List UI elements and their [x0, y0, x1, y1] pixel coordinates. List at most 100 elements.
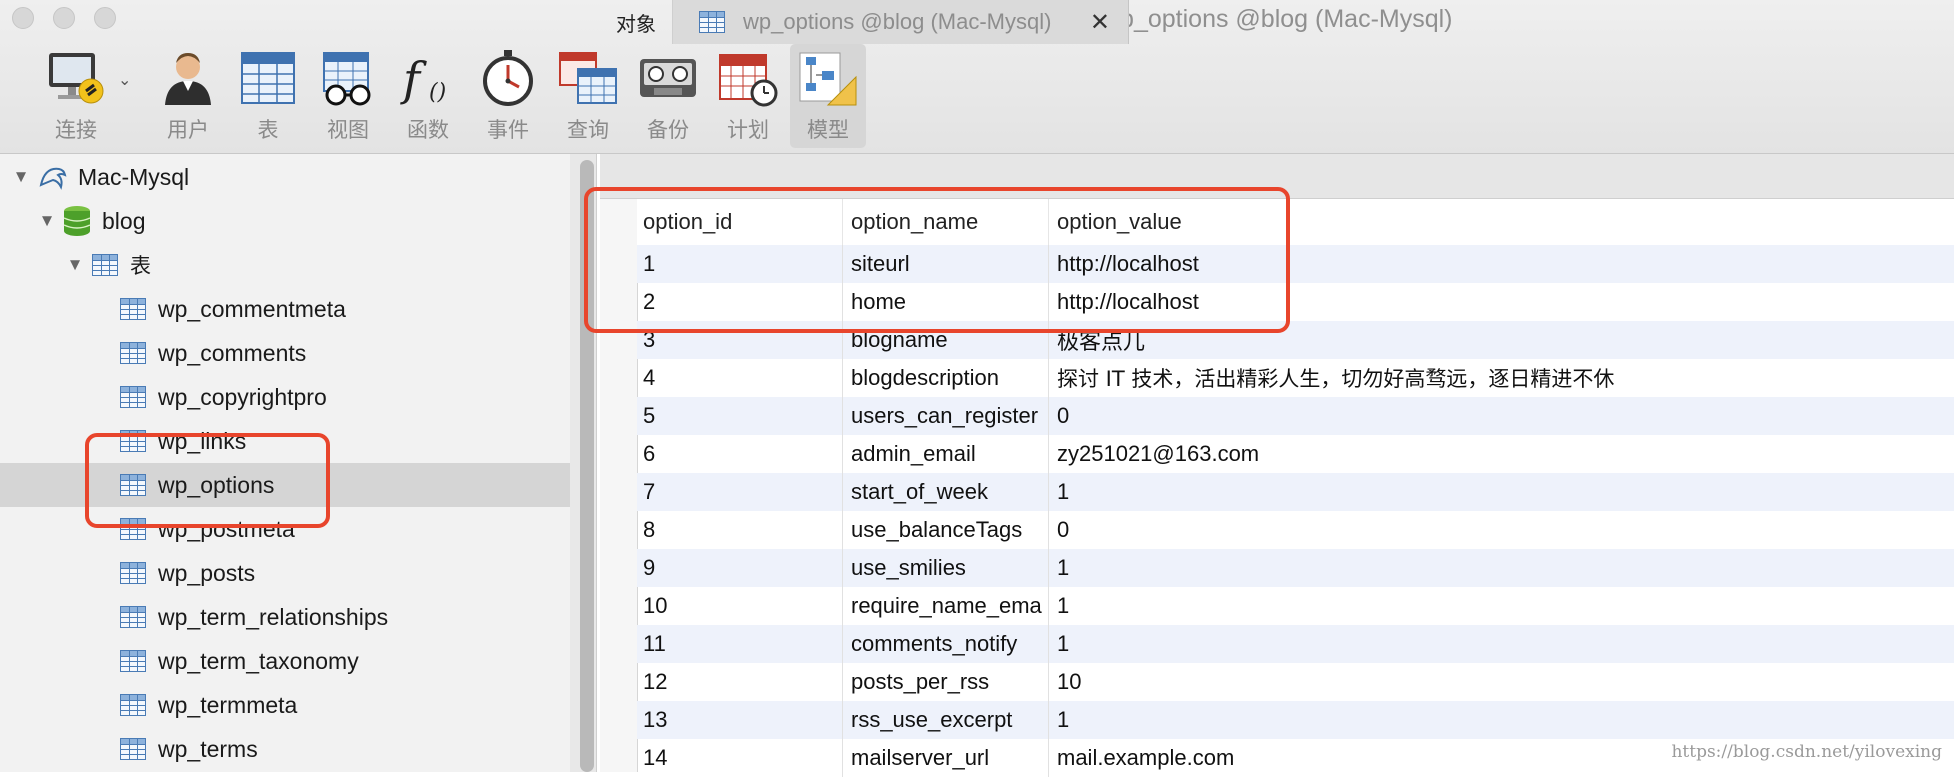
cell-option_id[interactable]: 1 [637, 245, 843, 283]
toolbar-view-button[interactable]: 视图 [312, 44, 384, 148]
table-icon [120, 518, 146, 540]
toolbar-query-button[interactable]: 查询 [552, 44, 624, 148]
cell-option_id[interactable]: 3 [637, 321, 843, 359]
cell-option_name[interactable]: rss_use_excerpt [843, 701, 1049, 739]
cell-option_value[interactable]: 1 [1049, 473, 1954, 511]
disclosure-triangle-icon[interactable]: ▼ [64, 255, 86, 275]
sidebar-item-wp_posts[interactable]: wp_posts [0, 551, 570, 595]
sidebar-item-wp_comments[interactable]: wp_comments [0, 331, 570, 375]
row-gutter [600, 199, 638, 772]
connection-dropdown-chevron-icon[interactable]: ⌄ [118, 70, 131, 90]
column-header-option_name[interactable]: option_name [843, 199, 1049, 245]
column-header-option_value[interactable]: option_value [1049, 199, 1954, 245]
table-icon [120, 386, 146, 408]
cell-option_name[interactable]: start_of_week [843, 473, 1049, 511]
cell-option_id[interactable]: 2 [637, 283, 843, 321]
cell-option_value[interactable]: 1 [1049, 549, 1954, 587]
cell-option_value[interactable]: 极客点儿 [1049, 321, 1954, 359]
sidebar-item-wp_links[interactable]: wp_links [0, 419, 570, 463]
cell-option_id[interactable]: 11 [637, 625, 843, 663]
sidebar-item-wp_terms[interactable]: wp_terms [0, 727, 570, 771]
cell-option_value[interactable]: 10 [1049, 663, 1954, 701]
cell-option_id[interactable]: 6 [637, 435, 843, 473]
tree-connection-row[interactable]: ▼ Mac-Mysql [0, 155, 570, 199]
table-row[interactable]: 8 use_balanceTags 0 [637, 511, 1954, 549]
cell-option_value[interactable]: http://localhost [1049, 283, 1954, 321]
sidebar-item-wp_copyrightpro[interactable]: wp_copyrightpro [0, 375, 570, 419]
cell-option_id[interactable]: 13 [637, 701, 843, 739]
database-icon [62, 205, 92, 237]
cell-option_id[interactable]: 10 [637, 587, 843, 625]
toolbar-schedule-button[interactable]: 计划 [712, 44, 784, 148]
disclosure-triangle-icon[interactable]: ▼ [36, 211, 58, 231]
cell-option_name[interactable]: admin_email [843, 435, 1049, 473]
toolbar-user-button[interactable]: 用户 [152, 44, 224, 148]
table-row[interactable]: 3 blogname 极客点儿 [637, 321, 1954, 359]
cell-option_value[interactable]: 探讨 IT 技术，活出精彩人生，切勿好高骛远，逐日精进不休 [1049, 359, 1954, 397]
cell-option_id[interactable]: 8 [637, 511, 843, 549]
toolbar-backup-button[interactable]: 备份 [632, 44, 704, 148]
cell-option_id[interactable]: 9 [637, 549, 843, 587]
table-row[interactable]: 5 users_can_register 0 [637, 397, 1954, 435]
toolbar-function-button[interactable]: f() 函数 [392, 44, 464, 148]
zoom-window-button[interactable] [94, 7, 116, 29]
cell-option_id[interactable]: 4 [637, 359, 843, 397]
table-row[interactable]: 4 blogdescription 探讨 IT 技术，活出精彩人生，切勿好高骛远… [637, 359, 1954, 397]
cell-option_name[interactable]: siteurl [843, 245, 1049, 283]
cell-option_name[interactable]: use_smilies [843, 549, 1049, 587]
sidebar-item-wp_commentmeta[interactable]: wp_commentmeta [0, 287, 570, 331]
tab-wp-options[interactable]: wp_options @blog (Mac-Mysql) ✕ [673, 0, 1129, 44]
cell-option_name[interactable]: require_name_ema [843, 587, 1049, 625]
column-header-option_id[interactable]: option_id [637, 199, 843, 245]
sidebar-item-wp_termmeta[interactable]: wp_termmeta [0, 683, 570, 727]
table-icon [92, 254, 118, 276]
cell-option_value[interactable]: zy251021@163.com [1049, 435, 1954, 473]
stopwatch-icon [478, 48, 538, 108]
sidebar-scrollbar[interactable] [580, 160, 594, 772]
disclosure-triangle-icon[interactable]: ▼ [10, 167, 32, 187]
view-icon [318, 48, 378, 108]
cell-option_value[interactable]: 0 [1049, 511, 1954, 549]
cell-option_value[interactable]: 0 [1049, 397, 1954, 435]
cell-option_id[interactable]: 7 [637, 473, 843, 511]
cell-option_name[interactable]: posts_per_rss [843, 663, 1049, 701]
cell-option_value[interactable]: 1 [1049, 625, 1954, 663]
table-row[interactable]: 9 use_smilies 1 [637, 549, 1954, 587]
sidebar-item-wp_term_taxonomy[interactable]: wp_term_taxonomy [0, 639, 570, 683]
sidebar-item-wp_term_relationships[interactable]: wp_term_relationships [0, 595, 570, 639]
close-window-button[interactable] [12, 7, 34, 29]
tree-database-row[interactable]: ▼ blog [0, 199, 570, 243]
cell-option_name[interactable]: blogname [843, 321, 1049, 359]
cell-option_id[interactable]: 5 [637, 397, 843, 435]
table-row[interactable]: 1 siteurl http://localhost [637, 245, 1954, 283]
minimize-window-button[interactable] [53, 7, 75, 29]
cell-option_name[interactable]: mailserver_url [843, 739, 1049, 777]
cell-option_name[interactable]: users_can_register [843, 397, 1049, 435]
sidebar-item-wp_options[interactable]: wp_options [0, 463, 570, 507]
cell-option_value[interactable]: 1 [1049, 701, 1954, 739]
cell-option_value[interactable]: 1 [1049, 587, 1954, 625]
cell-option_id[interactable]: 12 [637, 663, 843, 701]
cell-option_name[interactable]: use_balanceTags [843, 511, 1049, 549]
toolbar-connection-button[interactable]: 连接 [40, 44, 112, 148]
cell-option_id[interactable]: 14 [637, 739, 843, 777]
tree-tables-group-row[interactable]: ▼ 表 [0, 243, 570, 287]
table-row[interactable]: 7 start_of_week 1 [637, 473, 1954, 511]
cell-option_name[interactable]: comments_notify [843, 625, 1049, 663]
table-row[interactable]: 10 require_name_ema 1 [637, 587, 1954, 625]
cell-option_name[interactable]: blogdescription [843, 359, 1049, 397]
table-row[interactable]: 11 comments_notify 1 [637, 625, 1954, 663]
cell-option_value[interactable]: http://localhost [1049, 245, 1954, 283]
calendar-icon [718, 48, 778, 108]
table-row[interactable]: 12 posts_per_rss 10 [637, 663, 1954, 701]
toolbar-table-button[interactable]: 表 [232, 44, 304, 148]
table-row[interactable]: 13 rss_use_excerpt 1 [637, 701, 1954, 739]
toolbar-model-button[interactable]: 模型 [790, 44, 866, 148]
tab-objects[interactable]: 对象 [600, 0, 673, 44]
table-row[interactable]: 2 home http://localhost [637, 283, 1954, 321]
cell-option_name[interactable]: home [843, 283, 1049, 321]
close-tab-icon[interactable]: ✕ [1090, 8, 1110, 37]
toolbar-event-button[interactable]: 事件 [472, 44, 544, 148]
table-row[interactable]: 6 admin_email zy251021@163.com [637, 435, 1954, 473]
sidebar-item-wp_postmeta[interactable]: wp_postmeta [0, 507, 570, 551]
